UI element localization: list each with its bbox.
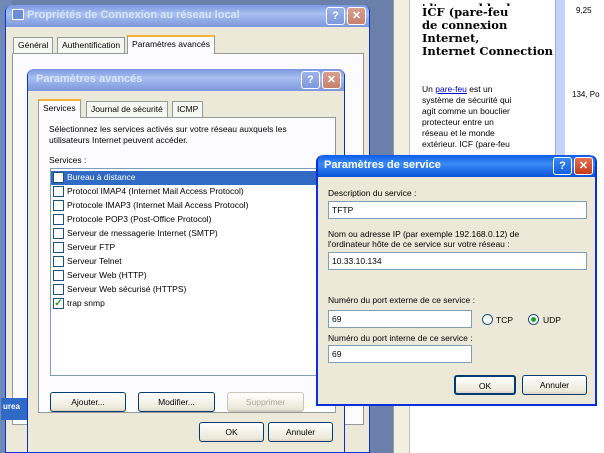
list-item[interactable]: Protocole POP3 (Post-Office Protocol) bbox=[51, 213, 327, 227]
host-address-label-line-2: l'ordinateur hôte de ce service sur votr… bbox=[328, 239, 510, 249]
services-label: Services : bbox=[49, 155, 87, 165]
ok-button[interactable]: OK bbox=[454, 375, 516, 395]
udp-radio[interactable] bbox=[528, 314, 539, 325]
tcp-label: TCP bbox=[496, 315, 513, 325]
help-button[interactable]: ? bbox=[301, 71, 320, 89]
list-item-label: Serveur Telnet bbox=[67, 256, 122, 266]
tab-icmp[interactable]: ICMP bbox=[172, 101, 204, 118]
list-item-label: Serveur de messagerie Internet (SMTP) bbox=[67, 228, 218, 238]
cancel-button[interactable]: Annuler bbox=[522, 375, 587, 395]
help-body-prefix: Un bbox=[422, 84, 436, 94]
help-body-line: réseau et le monde bbox=[422, 128, 495, 138]
checkbox-checked[interactable]: ✓ bbox=[53, 298, 64, 309]
host-address-field[interactable]: 10.33.10.134 bbox=[328, 252, 587, 270]
connection-properties-titlebar: Propriétés de Connexion au réseau local bbox=[6, 5, 369, 27]
tab-general[interactable]: Général bbox=[13, 37, 54, 54]
add-button[interactable]: Ajouter... bbox=[50, 392, 126, 412]
list-item-label: Serveur Web (HTTP) bbox=[67, 270, 147, 280]
list-item-label: Bureau à distance bbox=[67, 172, 136, 182]
help-side-text: 134, Po bbox=[572, 90, 600, 99]
close-button[interactable]: ✕ bbox=[347, 7, 366, 25]
help-link[interactable]: pare-feu bbox=[435, 84, 467, 94]
external-port-field[interactable]: 69 bbox=[328, 310, 472, 328]
list-item-label: Protocol IMAP4 (Internet Mail Access Pro… bbox=[67, 186, 244, 196]
service-description-field[interactable]: TFTP bbox=[328, 201, 587, 219]
advanced-parameters-window: Paramètres avancés ? ✕ Services Journal … bbox=[27, 69, 345, 453]
tab-services[interactable]: Services bbox=[38, 99, 81, 118]
service-description-label: Description du service : bbox=[328, 188, 417, 198]
list-item[interactable]: Protocol IMAP4 (Internet Mail Access Pro… bbox=[51, 185, 327, 199]
list-item-label: Serveur Web sécurisé (HTTPS) bbox=[67, 284, 187, 294]
udp-label: UDP bbox=[543, 315, 561, 325]
help-button[interactable]: ? bbox=[326, 7, 345, 25]
help-top-text: 9,25 bbox=[576, 6, 592, 15]
checkbox[interactable] bbox=[53, 242, 64, 253]
list-item[interactable]: Serveur Web sécurisé (HTTPS) bbox=[51, 283, 327, 297]
list-item[interactable]: Bureau à distance bbox=[51, 171, 327, 185]
list-item[interactable]: ✓ trap snmp bbox=[51, 297, 327, 311]
help-body: Un pare-feu est un système de sécurité q… bbox=[422, 84, 557, 150]
tab-security-log[interactable]: Journal de sécurité bbox=[86, 101, 168, 118]
window-icon bbox=[12, 9, 24, 20]
checkbox[interactable] bbox=[53, 186, 64, 197]
help-button[interactable]: ? bbox=[553, 157, 572, 175]
internal-port-field[interactable]: 69 bbox=[328, 345, 472, 363]
window-title: Propriétés de Connexion au réseau local bbox=[27, 9, 240, 21]
help-body-line: protecteur entre un bbox=[422, 117, 494, 127]
delete-button[interactable]: Supprimer bbox=[227, 392, 304, 412]
checkbox[interactable] bbox=[53, 284, 64, 295]
list-item-label: Serveur FTP bbox=[67, 242, 116, 252]
checkbox[interactable] bbox=[53, 200, 64, 211]
close-button[interactable]: ✕ bbox=[322, 71, 341, 89]
list-item-label: Protocole IMAP3 (Internet Mail Access Pr… bbox=[67, 200, 249, 210]
services-list: Bureau à distance Protocol IMAP4 (Intern… bbox=[50, 168, 328, 376]
checkbox[interactable] bbox=[53, 172, 64, 183]
list-item[interactable]: Serveur Telnet bbox=[51, 255, 327, 269]
help-heading-line: Internet Connection bbox=[422, 44, 553, 58]
cancel-button[interactable]: Annuler bbox=[268, 422, 333, 442]
checkbox[interactable] bbox=[53, 228, 64, 239]
help-body-line: agit comme un bouclier bbox=[422, 106, 510, 116]
services-description: Sélectionnez les services activés sur vo… bbox=[49, 124, 287, 145]
external-port-label: Numéro du port externe de ce service : bbox=[328, 295, 475, 305]
ok-button[interactable]: OK bbox=[199, 422, 264, 442]
list-item[interactable]: Protocole IMAP3 (Internet Mail Access Pr… bbox=[51, 199, 327, 213]
services-panel: Sélectionnez les services activés sur vo… bbox=[38, 117, 336, 413]
service-settings-dialog: Paramètres de service ? ✕ Description du… bbox=[316, 155, 597, 406]
advanced-parameters-titlebar: Paramètres avancés bbox=[28, 69, 344, 91]
list-item[interactable]: Serveur Web (HTTP) bbox=[51, 269, 327, 283]
help-body-line: système de sécurité qui bbox=[422, 95, 512, 105]
checkbox[interactable] bbox=[53, 256, 64, 267]
help-body-line: extérieur. ICF (pare-feu bbox=[422, 139, 510, 149]
list-item[interactable]: Serveur FTP bbox=[51, 241, 327, 255]
list-item-label: Protocole POP3 (Post-Office Protocol) bbox=[67, 214, 212, 224]
list-item-label: trap snmp bbox=[67, 298, 105, 308]
modify-button[interactable]: Modifier... bbox=[138, 392, 215, 412]
help-body-line: est un bbox=[466, 84, 493, 94]
checkbox[interactable] bbox=[53, 270, 64, 281]
host-address-label-line-1: Nom ou adresse IP (par exemple 192.168.0… bbox=[328, 229, 520, 239]
internal-port-label: Numéro du port interne de ce service : bbox=[328, 333, 473, 343]
tcp-radio[interactable] bbox=[482, 314, 493, 325]
tab-advanced-parameters[interactable]: Paramètres avancés bbox=[127, 35, 215, 54]
close-button[interactable]: ✕ bbox=[574, 157, 593, 175]
checkbox[interactable] bbox=[53, 214, 64, 225]
help-heading: 'd'ensemble de ICF (pare-feu de connexio… bbox=[422, 2, 557, 58]
tab-authentication[interactable]: Authentification bbox=[57, 37, 126, 54]
list-item[interactable]: Serveur de messagerie Internet (SMTP) bbox=[51, 227, 327, 241]
